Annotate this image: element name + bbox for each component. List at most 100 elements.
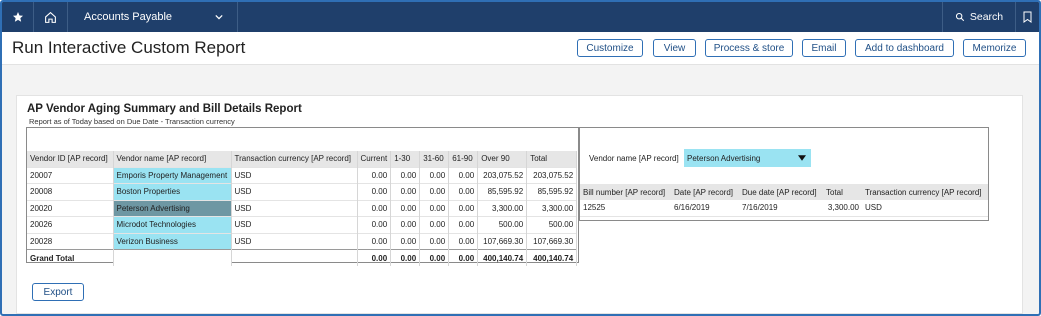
column-header[interactable]: Vendor name [AP record]	[113, 151, 232, 167]
over-90-cell: 203,075.52	[477, 166, 528, 184]
vendor-id-cell: 20008	[27, 183, 114, 200]
page-title: Run Interactive Custom Report	[12, 38, 246, 57]
days-31-60-cell: 0.00	[419, 199, 450, 217]
total-cell: 400,140.74	[526, 249, 578, 266]
days-1-30-cell: 0.00	[390, 166, 421, 184]
chevron-down-icon	[215, 14, 223, 20]
days-61-90-cell: 0.00	[448, 166, 479, 184]
currency-cell: USD	[231, 183, 358, 200]
days-61-90-cell: 0.00	[448, 199, 479, 217]
report-title: AP Vendor Aging Summary and Bill Details…	[27, 103, 302, 115]
current-cell: 0.00	[357, 249, 392, 266]
total-cell: 3,300.00	[526, 199, 578, 217]
aging-summary-panel: Vendor ID [AP record] Vendor name [AP re…	[26, 127, 579, 266]
vendor-id-cell: 20026	[27, 216, 114, 233]
report-card: AP Vendor Aging Summary and Bill Details…	[16, 95, 1023, 314]
app-window: Accounts Payable Search Run Interactive …	[0, 0, 1041, 316]
vendor-id-cell: 20007	[27, 166, 114, 184]
email-button[interactable]: Email	[802, 39, 846, 57]
search-label: Search	[969, 11, 1004, 23]
table-row[interactable]: 20026 Microdot Technologies USD 0.00 0.0…	[27, 216, 578, 233]
bill-details-panel: Vendor name [AP record] Peterson Adverti…	[579, 127, 989, 221]
currency-cell: USD	[231, 199, 358, 217]
current-cell: 0.00	[357, 216, 392, 233]
bill-number-cell: 12525	[580, 200, 671, 217]
days-61-90-cell: 0.00	[448, 183, 479, 200]
column-header[interactable]: Over 90	[477, 151, 528, 167]
home-icon	[45, 11, 56, 23]
days-31-60-cell: 0.00	[419, 249, 450, 266]
top-nav-bar: Accounts Payable Search	[2, 2, 1039, 32]
search-icon	[955, 12, 964, 22]
days-1-30-cell: 0.00	[390, 199, 421, 217]
column-header[interactable]: 1-30	[390, 151, 421, 167]
vendor-name-cell[interactable]: Emporis Property Management	[113, 166, 232, 184]
aging-summary-table: Vendor ID [AP record] Vendor name [AP re…	[27, 151, 578, 266]
vendor-name-cell[interactable]: Peterson Advertising	[113, 199, 232, 217]
vendor-filter-select[interactable]: Peterson Advertising	[684, 149, 811, 167]
currency-cell: USD	[231, 216, 358, 233]
days-61-90-cell: 0.00	[448, 216, 479, 233]
process-store-button[interactable]: Process & store	[705, 39, 793, 57]
table-row-selected[interactable]: 20020 Peterson Advertising USD 0.00 0.00…	[27, 199, 578, 217]
over-90-cell: 85,595.92	[477, 183, 528, 200]
current-cell: 0.00	[357, 199, 392, 217]
vendor-id-cell: 20020	[27, 199, 114, 217]
vendor-name-cell[interactable]: Verizon Business	[113, 232, 232, 250]
days-31-60-cell: 0.00	[419, 232, 450, 250]
due-date-cell: 7/16/2019	[739, 200, 823, 217]
app-name: Accounts Payable	[84, 11, 173, 23]
total-cell: 203,075.52	[526, 166, 578, 184]
table-header-row: Vendor ID [AP record] Vendor name [AP re…	[27, 151, 578, 167]
table-row[interactable]: 20028 Verizon Business USD 0.00 0.00 0.0…	[27, 232, 578, 250]
total-cell: 500.00	[526, 216, 578, 233]
days-31-60-cell: 0.00	[419, 183, 450, 200]
vendor-filter-label: Vendor name [AP record]	[589, 154, 679, 163]
column-header[interactable]: Total	[823, 184, 862, 200]
column-header[interactable]: Date [AP record]	[671, 184, 739, 200]
currency-cell: USD	[862, 200, 988, 217]
column-header[interactable]: 61-90	[448, 151, 479, 167]
table-row[interactable]: 12525 6/16/2019 7/16/2019 3,300.00 USD	[580, 200, 988, 217]
add-to-dashboard-button[interactable]: Add to dashboard	[855, 39, 954, 57]
vendor-name-cell[interactable]: Microdot Technologies	[113, 216, 232, 233]
vendor-filter-value: Peterson Advertising	[687, 153, 761, 163]
vendor-id-cell: 20028	[27, 232, 114, 250]
days-31-60-cell: 0.00	[419, 166, 450, 184]
bookmark-icon	[1023, 11, 1032, 23]
customize-button[interactable]: Customize	[577, 39, 643, 57]
column-header[interactable]: Vendor ID [AP record]	[27, 151, 114, 167]
date-cell: 6/16/2019	[671, 200, 739, 217]
current-cell: 0.00	[357, 183, 392, 200]
table-row[interactable]: 20008 Boston Properties USD 0.00 0.00 0.…	[27, 183, 578, 200]
column-header[interactable]: Transaction currency [AP record]	[231, 151, 358, 167]
over-90-cell: 400,140.74	[477, 249, 528, 266]
days-1-30-cell: 0.00	[390, 183, 421, 200]
currency-cell: USD	[231, 166, 358, 184]
app-menu-dropdown[interactable]: Accounts Payable	[68, 2, 238, 32]
days-1-30-cell: 0.00	[390, 232, 421, 250]
days-1-30-cell: 0.00	[390, 249, 421, 266]
column-header[interactable]: Current	[357, 151, 392, 167]
column-header[interactable]: 31-60	[419, 151, 450, 167]
vendor-name-cell[interactable]: Boston Properties	[113, 183, 232, 200]
export-button[interactable]: Export	[32, 283, 84, 301]
days-31-60-cell: 0.00	[419, 216, 450, 233]
home-button[interactable]	[34, 2, 68, 32]
days-61-90-cell: 0.00	[448, 249, 479, 266]
table-row[interactable]: 20007 Emporis Property Management USD 0.…	[27, 166, 578, 184]
view-button[interactable]: View	[653, 39, 696, 57]
bookmark-button[interactable]	[1016, 2, 1039, 32]
total-cell: 107,669.30	[526, 232, 578, 250]
column-header[interactable]: Bill number [AP record]	[580, 184, 671, 200]
search-button[interactable]: Search	[942, 2, 1016, 32]
column-header[interactable]: Due date [AP record]	[739, 184, 823, 200]
favorites-button[interactable]	[2, 2, 34, 32]
grand-total-row: Grand Total 0.00 0.00 0.00 0.00 400,140.…	[27, 249, 578, 266]
column-header[interactable]: Transaction currency [AP record]	[862, 184, 988, 200]
total-cell: 85,595.92	[526, 183, 578, 200]
memorize-button[interactable]: Memorize	[963, 39, 1026, 57]
days-61-90-cell: 0.00	[448, 232, 479, 250]
column-header[interactable]: Total	[526, 151, 578, 167]
total-cell: 3,300.00	[823, 200, 862, 217]
